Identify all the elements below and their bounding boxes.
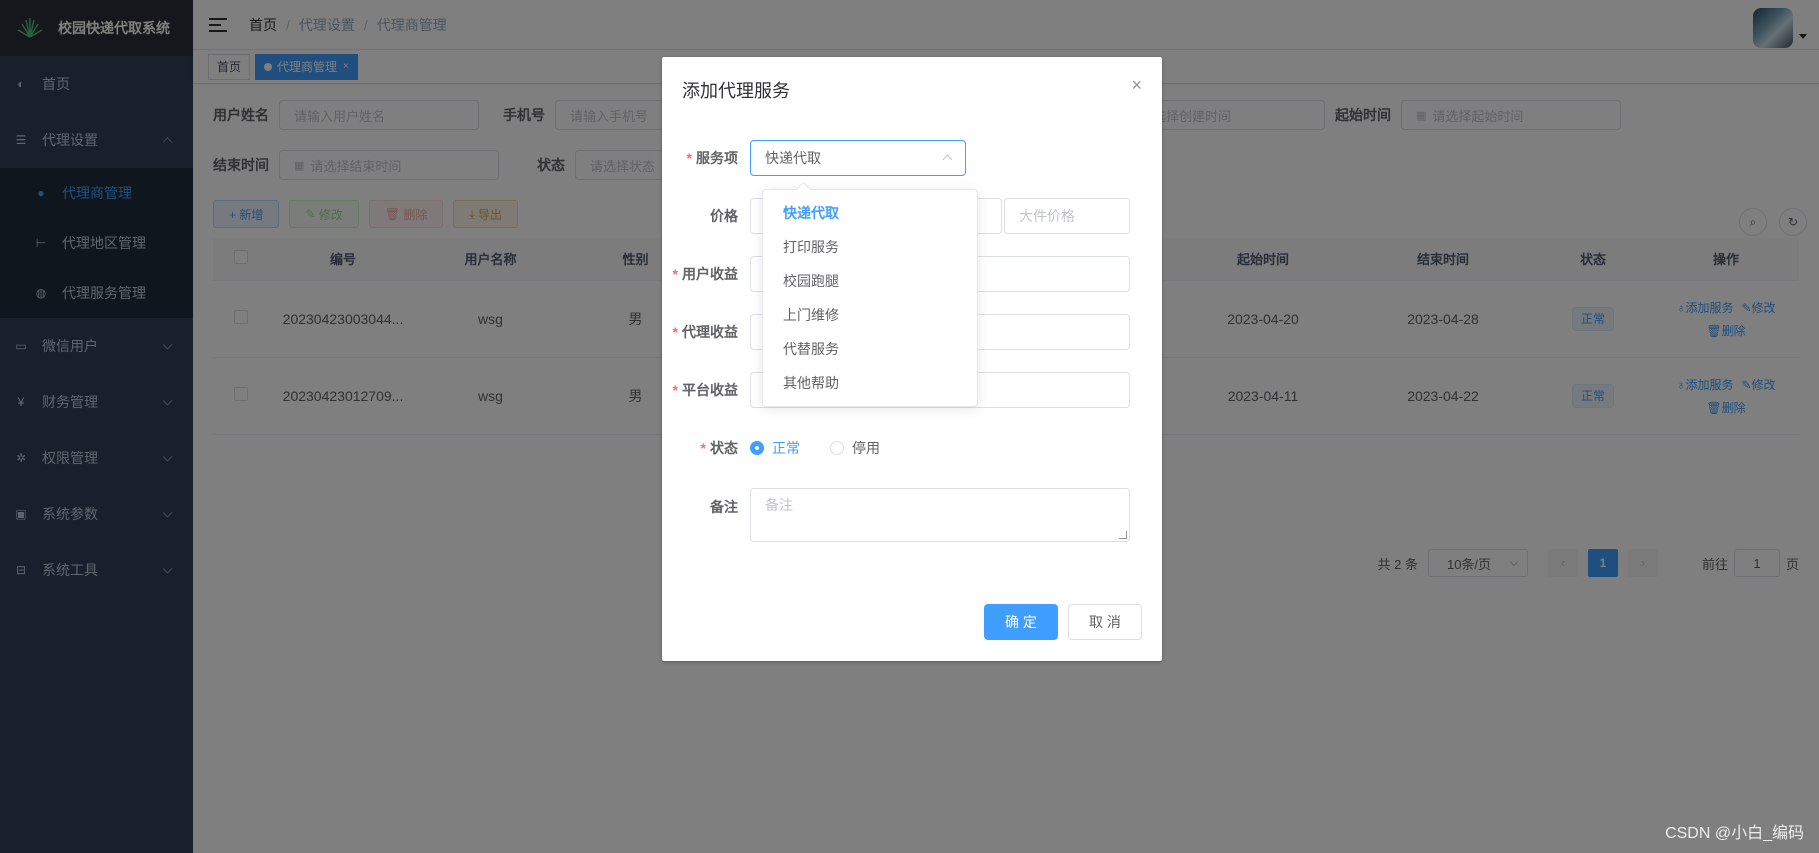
status-label: 状态 <box>710 440 738 456</box>
remark-textarea[interactable]: 备注 <box>750 488 1130 542</box>
platform-income-label: 平台收益 <box>682 382 738 398</box>
agent-income-label: 代理收益 <box>682 324 738 340</box>
dropdown-option[interactable]: 上门维修 <box>763 298 977 332</box>
dropdown-option[interactable]: 代替服务 <box>763 332 977 366</box>
service-select[interactable]: 快递代取 <box>750 140 966 176</box>
service-label: 服务项 <box>696 150 738 166</box>
price-label: 价格 <box>710 208 738 224</box>
close-icon[interactable]: × <box>1131 75 1142 96</box>
dropdown-option[interactable]: 其他帮助 <box>763 366 977 400</box>
status-disabled-radio[interactable]: 停用 <box>830 438 880 458</box>
cancel-button[interactable]: 取 消 <box>1068 604 1142 640</box>
user-income-label: 用户收益 <box>682 266 738 282</box>
remark-label: 备注 <box>710 499 738 515</box>
watermark: CSDN @小白_编码 <box>1665 825 1804 842</box>
dropdown-option[interactable]: 校园跑腿 <box>763 264 977 298</box>
service-dropdown: 快递代取 打印服务 校园跑腿 上门维修 代替服务 其他帮助 <box>762 189 978 407</box>
dropdown-option[interactable]: 打印服务 <box>763 230 977 264</box>
confirm-button[interactable]: 确 定 <box>984 604 1058 640</box>
resize-handle-icon[interactable] <box>1119 531 1127 539</box>
large-price-input[interactable]: 大件价格 <box>1004 198 1130 234</box>
remark-row: 备注 备注 <box>662 488 1130 542</box>
chevron-up-icon <box>942 154 953 165</box>
dropdown-option[interactable]: 快递代取 <box>763 196 977 230</box>
dialog-title: 添加代理服务 <box>682 81 790 101</box>
status-normal-radio[interactable]: 正常 <box>750 438 800 458</box>
service-row: * 服务项 快递代取 <box>662 140 966 176</box>
status-row: * 状态 正常 停用 <box>700 438 880 458</box>
